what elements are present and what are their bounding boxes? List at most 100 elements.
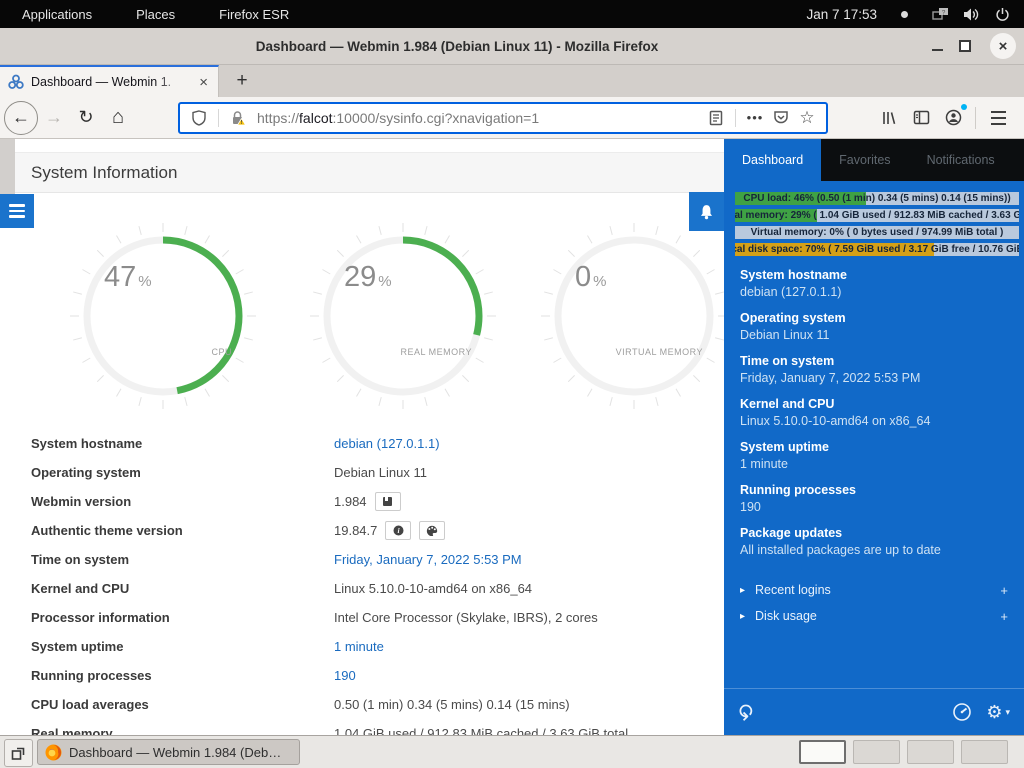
reload-button[interactable]: ↻ [70,102,102,134]
row-value-link[interactable]: debian (127.0.1.1) [334,436,440,451]
gauges-row: 47%CPU29%REAL MEMORY0%VIRTUAL MEMORY [0,221,724,411]
tab-close-icon[interactable]: × [197,75,210,90]
account-notification-dot [961,104,967,110]
package-icon [382,496,393,507]
workspace-3[interactable] [907,740,954,764]
power-icon[interactable] [995,7,1010,22]
page-title: System Information [31,163,177,183]
maximize-button[interactable] [952,33,978,59]
table-row: Processor informationIntel Core Processo… [0,603,724,632]
section-label: Time on system [740,353,1010,370]
clock[interactable]: Jan 7 17:53 [806,7,877,22]
speedometer-icon[interactable] [952,702,972,722]
account-icon[interactable] [937,102,969,134]
refresh-icon[interactable]: ⟳ [734,703,759,721]
status-dot-icon [901,11,908,18]
page-actions-icon[interactable]: ••• [742,105,768,131]
row-label: Webmin version [0,494,334,509]
gnome-top-bar: ApplicationsPlacesFirefox ESR Jan 7 17:5… [0,0,1024,28]
taskbar-window-title: Dashboard — Webmin 1.984 (Deb… [69,745,281,760]
plus-icon[interactable]: + [1000,609,1008,624]
back-button[interactable]: ← [4,101,38,135]
triangle-right-icon: ▸ [740,611,745,622]
top-bar-menu-applications[interactable]: Applications [0,0,114,28]
row-value-link[interactable]: 1 minute [334,639,384,654]
section-value: Linux 5.10.0-10-amd64 on x86_64 [740,413,1010,430]
section-value: Debian Linux 11 [740,327,1010,344]
top-bar-status-area: Jan 7 17:53 ? [806,7,1024,22]
network-question-icon[interactable]: ? [932,7,949,22]
section-value: Friday, January 7, 2022 5:53 PM [740,370,1010,387]
url-bar[interactable]: ! https://falcot:10000/sysinfo.cgi?xnavi… [178,102,828,134]
palette-button[interactable] [419,521,445,540]
tab-favorites[interactable]: Favorites [821,139,908,181]
sidebar-section: Operating systemDebian Linux 11 [740,310,1010,344]
sidebar-collapsibles: ▸Recent logins+▸Disk usage+ [724,577,1024,629]
system-info-table: System hostnamedebian (127.0.1.1)Operati… [0,429,724,735]
collapsible-recent-logins[interactable]: ▸Recent logins+ [724,577,1024,603]
workspace-1[interactable] [799,740,846,764]
section-label: Running processes [740,482,1010,499]
row-label: System hostname [0,436,334,451]
row-value: 1.04 GiB used / 912.83 MiB cached / 3.63… [334,726,628,735]
row-label: Time on system [0,552,334,567]
minimize-button[interactable] [924,33,950,59]
gauge-label: REAL MEMORY [400,347,472,357]
library-icon[interactable] [873,102,905,134]
tab-notifications[interactable]: Notifications [909,139,1013,181]
top-bar-menu-firefox-esr[interactable]: Firefox ESR [197,0,311,28]
tab-title: Dashboard — Webmin 1. [31,75,190,89]
bookmark-star-icon[interactable]: ☆ [794,105,820,131]
section-label: Kernel and CPU [740,396,1010,413]
gauge-value: 47% [104,261,152,294]
top-bar-menus: ApplicationsPlacesFirefox ESR [0,0,311,28]
url-text[interactable]: https://falcot:10000/sysinfo.cgi?xnaviga… [257,110,703,126]
progress-text: Virtual memory: 0% ( 0 bytes used / 974.… [735,226,1019,239]
progress-bar: Virtual memory: 0% ( 0 bytes used / 974.… [735,226,1019,239]
lock-warning-icon[interactable]: ! [225,105,251,131]
gauge-real-memory: 29%REAL MEMORY [308,221,498,411]
svg-text:?: ? [942,9,946,16]
triangle-right-icon: ▸ [740,585,745,596]
sidebars-icon[interactable] [905,102,937,134]
webmin-sidebar: DashboardFavoritesNotifications CPU load… [724,139,1024,735]
close-window-button[interactable]: × [990,33,1016,59]
volume-icon[interactable] [963,7,981,22]
settings-gear-button[interactable]: ⚙ ▾ [986,702,1010,723]
sidebar-tabs: DashboardFavoritesNotifications [724,139,1024,181]
progress-text: CPU load: 46% (0.50 (1 min) 0.34 (5 mins… [735,192,1019,205]
taskbar-window-button[interactable]: Dashboard — Webmin 1.984 (Deb… [37,739,300,765]
collapsible-disk-usage[interactable]: ▸Disk usage+ [724,603,1024,629]
pocket-icon[interactable] [768,105,794,131]
row-value: 1.984 [334,492,401,511]
forward-button[interactable]: → [38,102,70,134]
menu-hamburger-icon[interactable] [982,102,1014,134]
row-value-link[interactable]: Friday, January 7, 2022 5:53 PM [334,552,522,567]
reader-mode-icon[interactable] [703,105,729,131]
window-list-button[interactable] [4,739,33,767]
section-value: debian (127.0.1.1) [740,284,1010,301]
gauge-label: CPU [211,347,232,357]
home-button[interactable]: ⌂ [102,102,134,134]
page-header: System Information [15,152,724,193]
row-value-link[interactable]: 190 [334,668,356,683]
progress-bar: Real memory: 29% ( 1.04 GiB used / 912.8… [735,209,1019,222]
tab-dashboard[interactable]: Dashboard [724,139,821,181]
workspace-2[interactable] [853,740,900,764]
info-button[interactable]: i [385,521,411,540]
row-label: Authentic theme version [0,523,334,538]
bell-icon [698,203,715,221]
plus-icon[interactable]: + [1000,583,1008,598]
browser-tab[interactable]: Dashboard — Webmin 1. × [0,65,219,97]
top-bar-menu-places[interactable]: Places [114,0,197,28]
progress-text: Real memory: 29% ( 1.04 GiB used / 912.8… [735,209,1019,222]
palette-icon [426,525,438,536]
sidebar-progress-bars: CPU load: 46% (0.50 (1 min) 0.34 (5 mins… [735,192,1019,260]
row-value: Debian Linux 11 [334,465,427,480]
package-button[interactable] [375,492,401,511]
table-row: Kernel and CPULinux 5.10.0-10-amd64 on x… [0,574,724,603]
new-tab-button[interactable]: + [228,67,256,95]
firefox-icon [45,744,62,761]
workspace-4[interactable] [961,740,1008,764]
tracking-shield-icon[interactable] [186,105,212,131]
